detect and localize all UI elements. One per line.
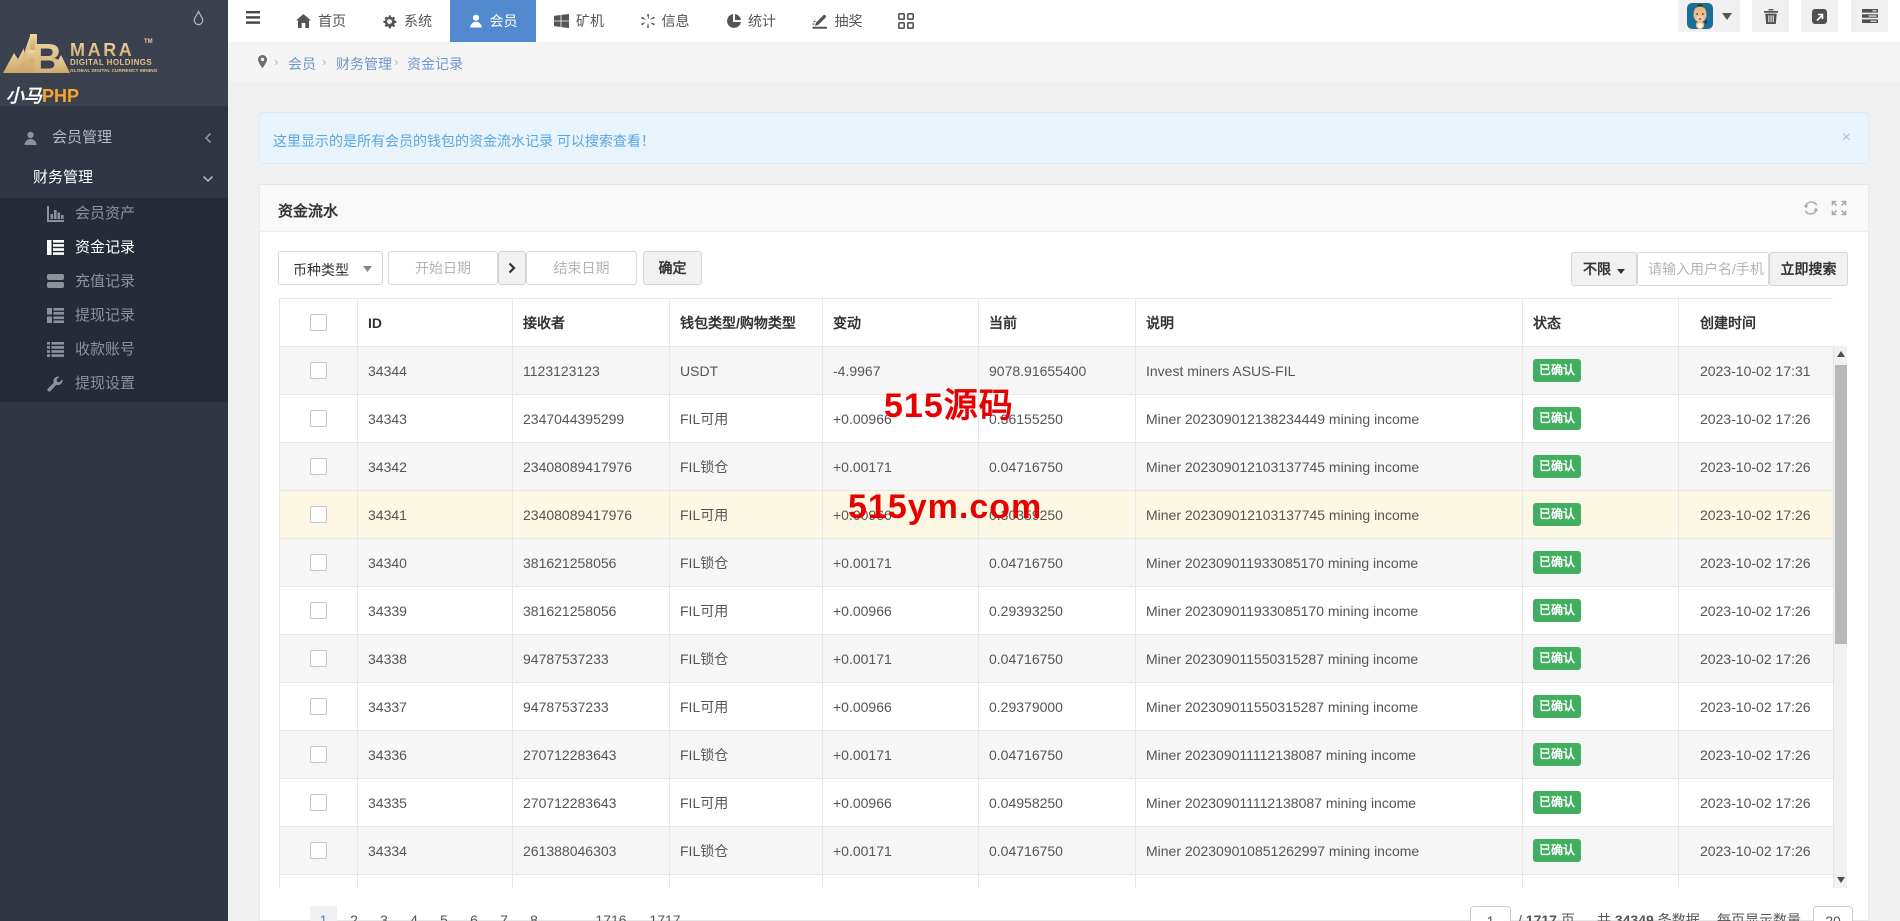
svg-text:MARA: MARA [70, 40, 134, 60]
svg-text:DIGITAL HOLDINGS: DIGITAL HOLDINGS [70, 58, 152, 67]
svg-text:GLOBAL DIGITAL CURRENCY MINING: GLOBAL DIGITAL CURRENCY MINING [70, 68, 158, 74]
svg-text:TM: TM [144, 39, 153, 45]
